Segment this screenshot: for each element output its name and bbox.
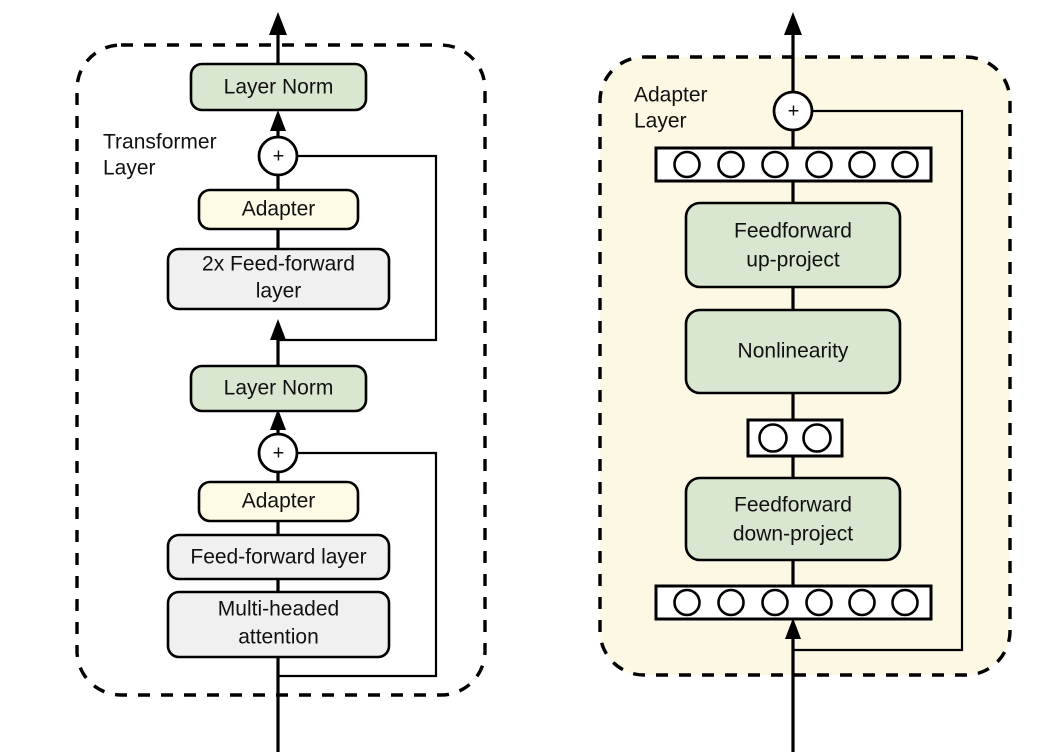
adapter-top-label: Adapter xyxy=(242,198,316,221)
input-vector-unit xyxy=(891,588,919,617)
figure-root: Transformer Layer Layer Norm Adapter 2x … xyxy=(0,0,1050,754)
feedforward-down-project-label-line1: Feedforward xyxy=(734,494,852,517)
box-multi-headed-attention[interactable]: Multi-headed attention xyxy=(166,590,391,659)
transformer-layer-caption-line2: Layer xyxy=(103,157,156,180)
box-nonlinearity[interactable]: Nonlinearity xyxy=(684,308,902,395)
multi-headed-attention-label-line1: Multi-headed xyxy=(218,598,339,621)
output-vector-unit xyxy=(673,150,701,179)
output-vector-unit xyxy=(717,150,745,179)
multi-headed-attention-label-line2: attention xyxy=(238,626,319,649)
box-layer-norm-top[interactable]: Layer Norm xyxy=(189,62,368,112)
feedforward-down-project-label-line2: down-project xyxy=(733,523,853,546)
feed-forward-layer-label: Feed-forward layer xyxy=(190,546,366,569)
input-vector-unit xyxy=(805,588,833,617)
output-vector-unit xyxy=(848,150,876,179)
adapter-add-symbol: + xyxy=(788,100,800,122)
output-vector-unit xyxy=(761,150,789,179)
box-feedforward-down-project[interactable]: Feedforward down-project xyxy=(684,476,902,562)
transformer-layer-caption-line1: Transformer xyxy=(103,131,217,154)
box-feed-forward-2x[interactable]: 2x Feed-forward layer xyxy=(166,247,391,311)
feedforward-up-project-rect[interactable] xyxy=(684,201,902,289)
adapter-bottom-label: Adapter xyxy=(242,490,316,513)
adapter-layer-panel: Adapter Layer Feedforward up-project Non… xyxy=(598,12,1012,752)
add-bottom-symbol: + xyxy=(273,442,285,464)
feedforward-up-project-label-line2: up-project xyxy=(746,249,840,272)
output-vector xyxy=(654,146,933,183)
output-vector-unit xyxy=(891,150,919,179)
adder-top: + xyxy=(257,135,299,177)
adapter-adder: + xyxy=(772,90,814,132)
input-vector-unit xyxy=(761,588,789,617)
bottleneck-vector-unit xyxy=(802,423,832,453)
box-layer-norm-bottom[interactable]: Layer Norm xyxy=(189,364,368,413)
box-adapter-top[interactable]: Adapter xyxy=(197,188,360,231)
adapter-layer-caption-line1: Adapter xyxy=(634,84,708,107)
nonlinearity-label: Nonlinearity xyxy=(738,340,849,363)
output-vector-unit xyxy=(805,150,833,179)
feed-forward-2x-label-line1: 2x Feed-forward xyxy=(202,253,355,276)
feed-forward-2x-label-line2: layer xyxy=(256,280,302,303)
layernorm-top-arrowhead xyxy=(270,110,286,131)
bottleneck-vector xyxy=(746,418,844,458)
diagram-canvas: Transformer Layer Layer Norm Adapter 2x … xyxy=(75,12,1012,752)
adapter-layer-caption-line2: Layer xyxy=(634,110,687,133)
input-vector xyxy=(654,584,933,621)
input-vector-unit xyxy=(717,588,745,617)
adder-bottom: + xyxy=(257,432,299,474)
transformer-layer-panel: Transformer Layer Layer Norm Adapter 2x … xyxy=(75,12,487,752)
bottleneck-vector-unit xyxy=(758,423,788,453)
input-vector-unit xyxy=(848,588,876,617)
adapter-output-arrowhead xyxy=(784,12,802,35)
feedforward-down-project-rect[interactable] xyxy=(684,476,902,562)
box-feed-forward-layer[interactable]: Feed-forward layer xyxy=(166,533,391,581)
layer-norm-top-label: Layer Norm xyxy=(224,76,334,99)
box-adapter-bottom[interactable]: Adapter xyxy=(197,480,360,523)
output-arrowhead xyxy=(269,12,287,35)
input-vector-unit xyxy=(673,588,701,617)
layer-norm-bottom-label: Layer Norm xyxy=(224,377,334,400)
box-feedforward-up-project[interactable]: Feedforward up-project xyxy=(684,201,902,289)
add-top-symbol: + xyxy=(273,145,285,167)
ff2x-arrowhead xyxy=(270,319,286,340)
feedforward-up-project-label-line1: Feedforward xyxy=(734,220,852,243)
